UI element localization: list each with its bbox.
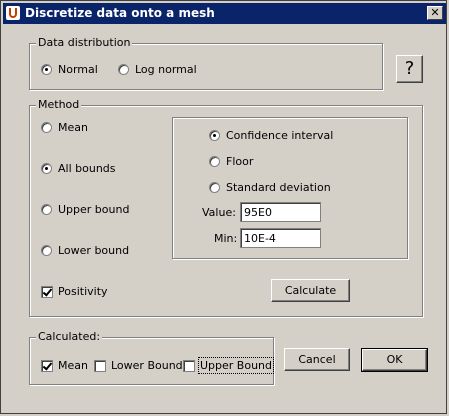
radio-confidence-interval[interactable]: Confidence interval	[209, 129, 333, 142]
radio-standard-deviation[interactable]: Standard deviation	[209, 181, 331, 194]
radio-upper-bound-label: Upper bound	[58, 203, 130, 216]
dialog-window: Discretize data onto a mesh ✕ Data distr…	[0, 0, 447, 414]
radio-mean[interactable]: Mean	[41, 121, 88, 134]
min-input[interactable]	[240, 228, 321, 248]
radio-upper-bound-indicator	[41, 204, 52, 215]
calculated-mean-checkbox[interactable]: Mean	[41, 359, 88, 372]
window-title: Discretize data onto a mesh	[25, 6, 215, 20]
radio-all-bounds-indicator	[41, 163, 52, 174]
radio-mean-indicator	[41, 122, 52, 133]
radio-confidence-interval-label: Confidence interval	[226, 129, 334, 142]
radio-upper-bound[interactable]: Upper bound	[41, 203, 129, 216]
radio-floor-label: Floor	[226, 155, 254, 168]
help-button[interactable]: ?	[396, 55, 423, 83]
radio-confidence-interval-indicator	[209, 130, 220, 141]
java-icon	[6, 6, 20, 20]
radio-normal-indicator	[41, 64, 52, 75]
ok-button[interactable]: OK	[361, 348, 428, 372]
radio-all-bounds[interactable]: All bounds	[41, 162, 116, 175]
radio-lower-bound-indicator	[41, 245, 52, 256]
radio-log-normal-label: Log normal	[135, 63, 197, 76]
calculate-button[interactable]: Calculate	[271, 279, 350, 302]
calculated-upper-bound-indicator	[183, 359, 195, 372]
calculated-legend: Calculated:	[36, 330, 103, 343]
radio-lower-bound-label: Lower bound	[58, 244, 130, 257]
min-label: Min:	[214, 232, 238, 245]
title-bar[interactable]: Discretize data onto a mesh ✕	[3, 3, 446, 24]
calculated-upper-bound-checkbox[interactable]: Upper Bound	[183, 357, 275, 374]
value-label: Value:	[202, 206, 236, 219]
radio-log-normal-indicator	[118, 64, 129, 75]
data-distribution-legend: Data distribution	[36, 36, 133, 49]
radio-standard-deviation-label: Standard deviation	[226, 181, 331, 194]
radio-floor[interactable]: Floor	[209, 155, 253, 168]
radio-floor-indicator	[209, 156, 220, 167]
method-legend: Method	[36, 98, 82, 111]
positivity-label: Positivity	[58, 285, 108, 298]
radio-mean-label: Mean	[58, 121, 88, 134]
cancel-button[interactable]: Cancel	[284, 348, 350, 371]
radio-normal[interactable]: Normal	[41, 63, 98, 76]
radio-log-normal[interactable]: Log normal	[118, 63, 197, 76]
radio-all-bounds-label: All bounds	[58, 162, 116, 175]
positivity-checkbox[interactable]: Positivity	[41, 285, 108, 298]
value-input[interactable]	[240, 202, 321, 222]
calculated-lower-bound-indicator	[94, 359, 106, 372]
close-button[interactable]: ✕	[427, 6, 443, 20]
calculated-lower-bound-label: Lower Bound	[111, 359, 183, 372]
radio-standard-deviation-indicator	[209, 182, 220, 193]
calculated-mean-label: Mean	[58, 359, 88, 372]
radio-lower-bound[interactable]: Lower bound	[41, 244, 129, 257]
radio-normal-label: Normal	[58, 63, 98, 76]
calculated-lower-bound-checkbox[interactable]: Lower Bound	[94, 359, 183, 372]
calculated-mean-indicator	[41, 359, 53, 372]
calculated-upper-bound-label: Upper Bound	[197, 357, 275, 374]
positivity-checkbox-indicator	[41, 285, 53, 298]
